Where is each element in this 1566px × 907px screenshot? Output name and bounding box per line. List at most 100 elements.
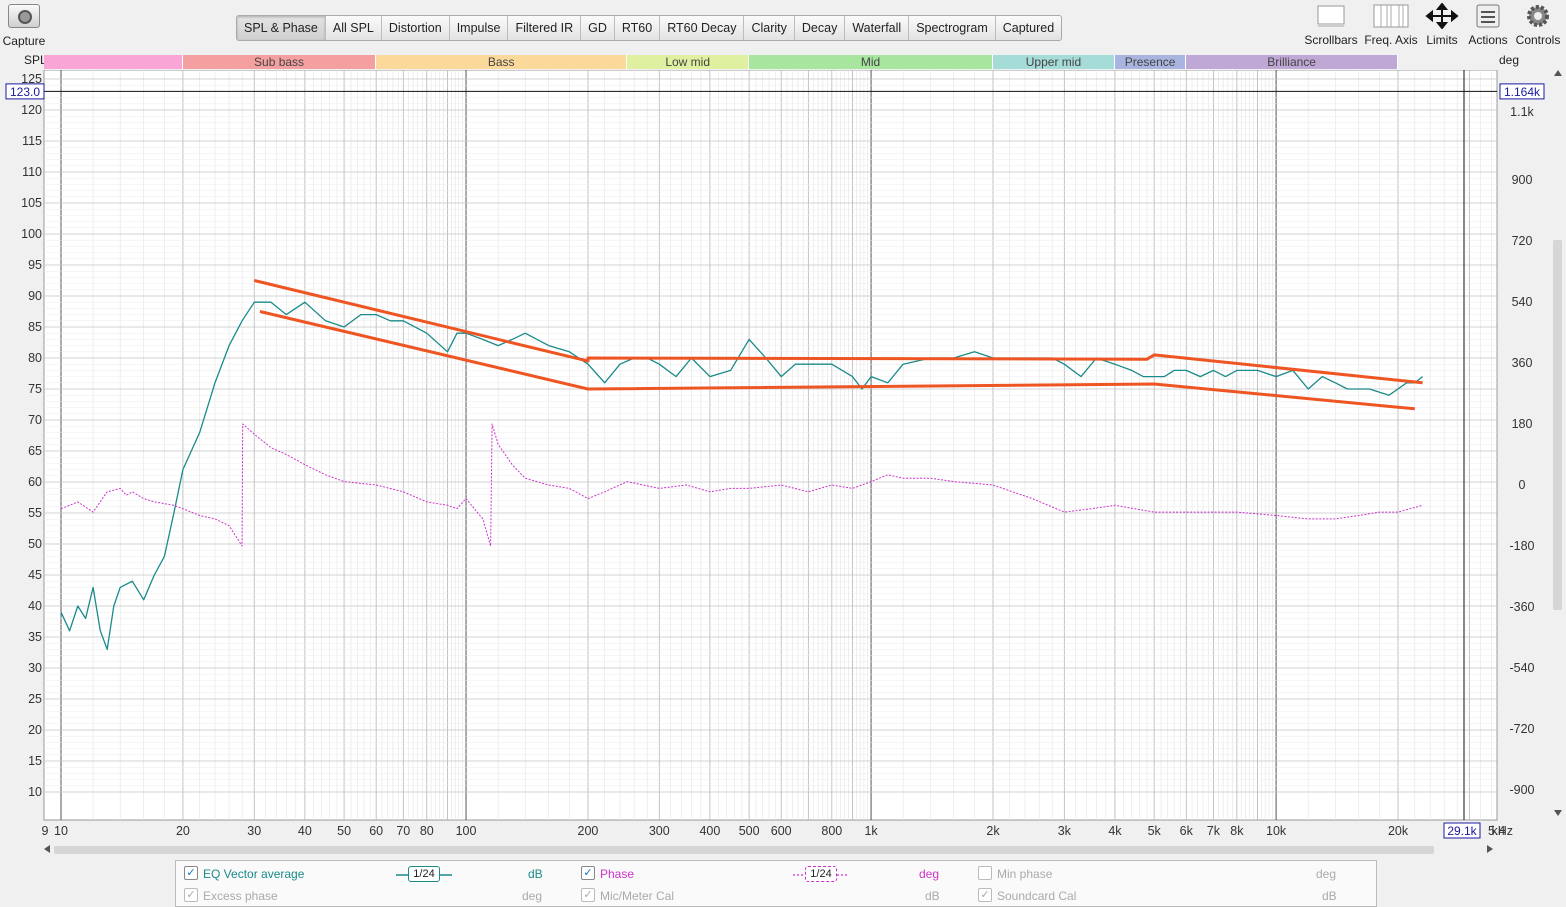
phase-unit: deg xyxy=(919,867,940,881)
vertical-scrollbar[interactable] xyxy=(1552,70,1564,820)
spl-tick-label: 120 xyxy=(21,103,42,117)
band-brilliance: Brilliance xyxy=(1186,55,1399,69)
soundcard-cal-unit: dB xyxy=(1322,889,1337,903)
freq-tick-label: 8k xyxy=(1230,824,1244,838)
mic-cal-checkbox[interactable]: ✓ xyxy=(581,888,595,902)
mic-cal-unit: dB xyxy=(925,889,940,903)
spl-phase-graph[interactable]: 1251201151101051009590858075706560555045… xyxy=(0,70,1566,845)
tab-spectrogram[interactable]: Spectrogram xyxy=(909,16,996,40)
band-sub-bass: Sub bass xyxy=(182,55,377,69)
scroll-up-icon[interactable] xyxy=(1554,70,1562,76)
tab-all-spl[interactable]: All SPL xyxy=(326,16,382,40)
scrollbars-button[interactable]: Scrollbars xyxy=(1303,3,1359,47)
phase-label: Phase xyxy=(600,867,635,881)
eq-vector-label: EQ Vector average xyxy=(203,867,305,881)
freq-tick-label: 3k xyxy=(1058,824,1072,838)
freq-tick-label: 60 xyxy=(369,824,383,838)
spl-tick-label: 50 xyxy=(28,537,42,551)
freq-tick-label: 1k xyxy=(864,824,878,838)
tab-rt60[interactable]: RT60 xyxy=(615,16,661,40)
soundcard-cal-checkbox[interactable]: ✓ xyxy=(978,888,992,902)
scrollbars-icon xyxy=(1303,3,1359,29)
min-phase-label: Min phase xyxy=(997,867,1053,881)
phase-smoothing[interactable]: 1/24 xyxy=(805,866,837,882)
freq-tick-label: 20 xyxy=(176,824,190,838)
deg-tick-label: -900 xyxy=(1509,783,1534,797)
tab-captured[interactable]: Captured xyxy=(996,16,1061,40)
min-phase-checkbox[interactable] xyxy=(978,866,992,880)
actions-label: Actions xyxy=(1468,33,1508,47)
horizontal-scrollbar[interactable] xyxy=(44,844,1499,856)
tab-rt60-decay[interactable]: RT60 Decay xyxy=(660,16,745,40)
deg-tick-label: 900 xyxy=(1512,173,1533,187)
cursor-freq-readout: 29.1k xyxy=(1447,824,1477,838)
controls-label: Controls xyxy=(1515,33,1561,47)
freq-axis-button[interactable]: Freq. Axis xyxy=(1362,3,1420,47)
freq-tick-label: 80 xyxy=(420,824,434,838)
freq-tick-label: 4k xyxy=(1108,824,1122,838)
spl-tick-label: 30 xyxy=(28,661,42,675)
scrollbar-thumb[interactable] xyxy=(54,846,1434,854)
deg-tick-label: 0 xyxy=(1519,478,1526,492)
eq-vector-checkbox[interactable]: ✓ xyxy=(184,866,198,880)
scroll-right-icon[interactable] xyxy=(1487,845,1493,853)
soundcard-cal-label: Soundcard Cal xyxy=(997,889,1077,903)
spl-tick-label: 110 xyxy=(22,165,42,179)
phase-checkbox[interactable]: ✓ xyxy=(581,866,595,880)
spl-tick-label: 85 xyxy=(28,320,42,334)
freq-axis-icon xyxy=(1362,3,1420,29)
freq-tick-label: 500 xyxy=(739,824,760,838)
freq-tick-label: 300 xyxy=(649,824,670,838)
deg-tick-label: 360 xyxy=(1512,356,1533,370)
tab-clarity[interactable]: Clarity xyxy=(744,16,795,40)
spl-tick-label: 75 xyxy=(28,382,42,396)
controls-button[interactable]: Controls xyxy=(1513,3,1563,47)
band-low xyxy=(44,55,183,69)
eq-vector-smoothing[interactable]: 1/24 xyxy=(408,866,440,882)
spl-tick-label: 20 xyxy=(28,723,42,737)
actions-button[interactable]: Actions xyxy=(1465,3,1511,47)
scroll-down-icon[interactable] xyxy=(1554,810,1562,816)
limits-button[interactable]: Limits xyxy=(1422,2,1462,47)
freq-tick-label: 2k xyxy=(986,824,1000,838)
frequency-band-bar: Sub bass Bass Low mid Mid Upper mid Presence B… xyxy=(44,55,1399,69)
spl-tick-label: 15 xyxy=(28,754,42,768)
freq-tick-label: 800 xyxy=(821,824,842,838)
cursor-spl-readout: 123.0 xyxy=(10,85,40,99)
capture-button[interactable]: Capture xyxy=(2,4,46,48)
limits-icon xyxy=(1422,2,1462,30)
excess-phase-checkbox[interactable]: ✓ xyxy=(184,888,198,902)
band-mid: Mid xyxy=(749,55,993,69)
spl-tick-label: 45 xyxy=(28,568,42,582)
vertical-scrollbar-thumb[interactable] xyxy=(1553,240,1562,610)
min-phase-unit: deg xyxy=(1316,867,1337,881)
tab-impulse[interactable]: Impulse xyxy=(450,16,509,40)
spl-tick-label: 70 xyxy=(28,413,42,427)
tab-waterfall[interactable]: Waterfall xyxy=(845,16,910,40)
deg-axis-title: deg xyxy=(1499,53,1520,67)
freq-tick-label: 40 xyxy=(298,824,312,838)
deg-tick-label: 1.1k xyxy=(1510,105,1534,119)
spl-tick-label: 40 xyxy=(28,599,42,613)
deg-tick-label: -180 xyxy=(1509,539,1534,553)
deg-tick-label: -540 xyxy=(1509,661,1534,675)
cursor-deg-readout: 1.164k xyxy=(1504,85,1541,99)
spl-tick-label: 80 xyxy=(28,351,42,365)
spl-tick-label: 35 xyxy=(28,630,42,644)
spl-tick-label: 90 xyxy=(28,289,42,303)
tab-gd[interactable]: GD xyxy=(581,16,615,40)
band-bass: Bass xyxy=(376,55,628,69)
freq-tick-label: 400 xyxy=(699,824,720,838)
deg-tick-label: 720 xyxy=(1512,234,1533,248)
tab-distortion[interactable]: Distortion xyxy=(382,16,450,40)
deg-tick-label: -360 xyxy=(1509,600,1534,614)
tab-spl-phase[interactable]: SPL & Phase xyxy=(237,16,326,40)
tab-decay[interactable]: Decay xyxy=(795,16,846,40)
freq-tick-label: 200 xyxy=(578,824,599,838)
freq-tick-label: 10k xyxy=(1266,824,1287,838)
band-presence: Presence xyxy=(1114,55,1187,69)
excess-phase-unit: deg xyxy=(522,889,543,903)
scroll-left-icon[interactable] xyxy=(44,845,50,853)
tab-filtered-ir[interactable]: Filtered IR xyxy=(508,16,582,40)
spl-tick-label: 55 xyxy=(28,506,42,520)
